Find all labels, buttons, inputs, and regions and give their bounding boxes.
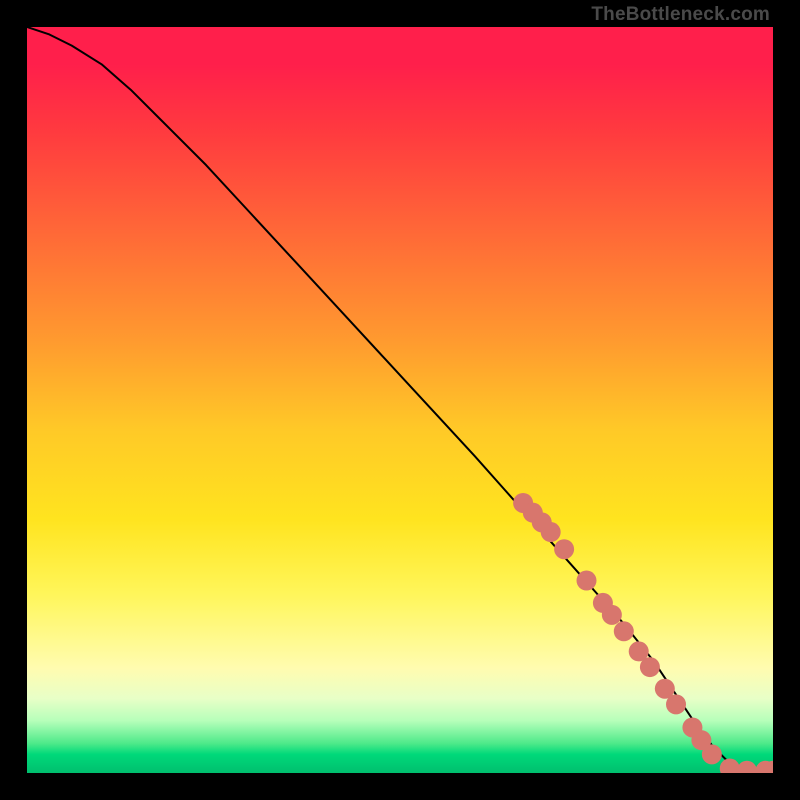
chart-overlay	[27, 27, 773, 773]
marker-dot	[614, 621, 634, 641]
marker-dot	[702, 744, 722, 764]
marker-dot	[602, 605, 622, 625]
marker-dot	[737, 761, 757, 773]
curve-path	[27, 27, 773, 772]
marker-dot	[640, 657, 660, 677]
plot-area	[27, 27, 773, 773]
marker-dot	[720, 759, 740, 773]
marker-dots	[513, 493, 773, 773]
marker-dot	[554, 539, 574, 559]
marker-dot	[541, 522, 561, 542]
marker-dot	[577, 571, 597, 591]
chart-stage: TheBottleneck.com	[0, 0, 800, 800]
curve-line	[27, 27, 773, 772]
watermark-text: TheBottleneck.com	[591, 4, 770, 26]
marker-dot	[666, 694, 686, 714]
